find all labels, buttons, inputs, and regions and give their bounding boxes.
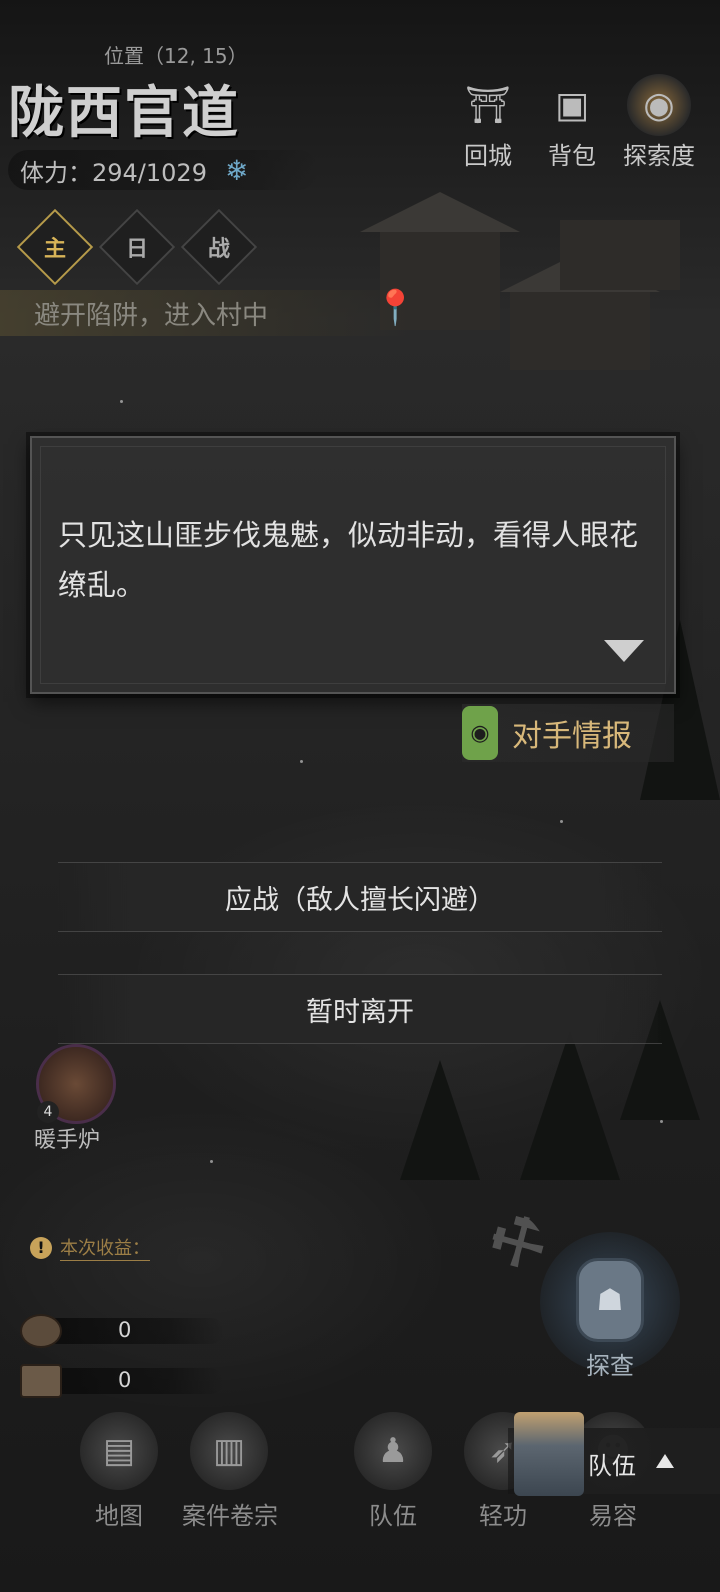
ticket-icon bbox=[20, 1364, 62, 1398]
hand-warmer-label: 暖手炉 bbox=[34, 1128, 101, 1153]
earnings-label: 本次收益： bbox=[60, 1234, 150, 1261]
ticket-value: 0 bbox=[118, 1368, 132, 1392]
exploration-label: 探索度 bbox=[623, 142, 695, 170]
exploration-button[interactable]: ◉ 探索度 bbox=[616, 74, 702, 171]
investigate-label: 探查 bbox=[586, 1352, 634, 1380]
item-count-badge: 4 bbox=[37, 1101, 59, 1123]
continue-arrow-icon[interactable] bbox=[604, 640, 644, 662]
main-quest-tab[interactable]: 主 bbox=[16, 208, 94, 286]
choice-leave-label: 暂时离开 bbox=[306, 996, 414, 1028]
return-city-button[interactable]: ⛩ 回城 bbox=[448, 74, 528, 171]
choice-fight-button[interactable]: 应战（敌人擅长闪避） bbox=[58, 862, 662, 932]
lantern-icon: ◉ bbox=[627, 74, 691, 136]
earnings-link[interactable]: ! 本次收益： bbox=[30, 1234, 150, 1261]
daily-quest-tab[interactable]: 日 bbox=[98, 208, 176, 286]
ticket-bar bbox=[44, 1368, 224, 1394]
nav-disguise-label: 易容 bbox=[589, 1502, 637, 1530]
dialog-text: 只见这山匪步伐鬼魅，似动非动，看得人眼花缭乱。 bbox=[58, 518, 639, 602]
dialog-box[interactable]: 只见这山匪步伐鬼魅，似动非动，看得人眼花缭乱。 bbox=[30, 436, 676, 694]
stamina-text: 体力：294/1029 bbox=[20, 158, 207, 187]
position-label: 位置（12, 15） bbox=[104, 44, 248, 68]
eye-lantern-icon: ◉ bbox=[462, 706, 498, 760]
team-popup-button[interactable]: 队伍 bbox=[508, 1412, 720, 1496]
team-icon: ♟ bbox=[354, 1412, 432, 1490]
nav-team[interactable]: ♟ 队伍 bbox=[346, 1412, 440, 1531]
coin-value: 0 bbox=[118, 1318, 132, 1342]
backpack-label: 背包 bbox=[548, 142, 596, 170]
area-title: 陇西官道 bbox=[8, 80, 240, 146]
objective-banner[interactable]: 避开陷阱，进入村中 bbox=[0, 290, 420, 336]
daily-quest-icon: 日 bbox=[125, 235, 149, 262]
hand-warmer-icon: 4 bbox=[36, 1044, 116, 1124]
nav-qinggong-label: 轻功 bbox=[479, 1502, 527, 1530]
coin-bar bbox=[44, 1318, 224, 1344]
hand-warmer-item[interactable]: 4 暖手炉 bbox=[34, 1044, 116, 1154]
nav-team-label: 队伍 bbox=[369, 1502, 417, 1530]
quest-tabs: 主 日 战 bbox=[16, 208, 258, 286]
nav-map[interactable]: ▤ 地图 bbox=[72, 1412, 166, 1531]
opponent-intel-button[interactable]: ◉ 对手情报 bbox=[462, 704, 674, 762]
map-scroll-icon: ▤ bbox=[80, 1412, 158, 1490]
return-city-label: 回城 bbox=[464, 142, 512, 170]
choice-leave-button[interactable]: 暂时离开 bbox=[58, 974, 662, 1044]
ticket-resource: 0 bbox=[20, 1364, 224, 1398]
nav-map-label: 地图 bbox=[95, 1502, 143, 1530]
coin-icon bbox=[20, 1314, 62, 1348]
objective-text: 避开陷阱，进入村中 bbox=[34, 300, 269, 331]
backpack-button[interactable]: ▣ 背包 bbox=[532, 74, 612, 171]
team-popup-label: 队伍 bbox=[588, 1452, 636, 1480]
nav-case-files-label: 案件卷宗 bbox=[182, 1502, 278, 1530]
coin-resource: 0 bbox=[20, 1314, 224, 1348]
straw-hat-avatar bbox=[514, 1412, 584, 1496]
case-file-icon: ▥ bbox=[190, 1412, 268, 1490]
opponent-intel-label: 对手情报 bbox=[512, 719, 632, 754]
battle-quest-tab[interactable]: 战 bbox=[180, 208, 258, 286]
info-icon: ! bbox=[30, 1236, 52, 1259]
location-pin-icon[interactable]: 📍 bbox=[374, 288, 416, 328]
caret-up-icon bbox=[656, 1454, 674, 1468]
choice-fight-label: 应战（敌人擅长闪避） bbox=[225, 884, 495, 916]
city-gate-icon: ⛩ bbox=[465, 85, 511, 126]
investigate-button[interactable]: ☗ 探查 bbox=[540, 1232, 680, 1380]
stamina-bar: 体力：294/1029 ❄ bbox=[8, 150, 318, 190]
battle-quest-icon: 战 bbox=[207, 235, 231, 262]
main-quest-icon: 主 bbox=[43, 235, 67, 262]
bundle-icon: ▣ bbox=[554, 84, 589, 126]
wolf-mask-icon: ☗ bbox=[576, 1258, 644, 1342]
nav-case-files[interactable]: ▥ 案件卷宗 bbox=[182, 1412, 278, 1531]
snowflake-icon: ❄ bbox=[224, 153, 249, 187]
